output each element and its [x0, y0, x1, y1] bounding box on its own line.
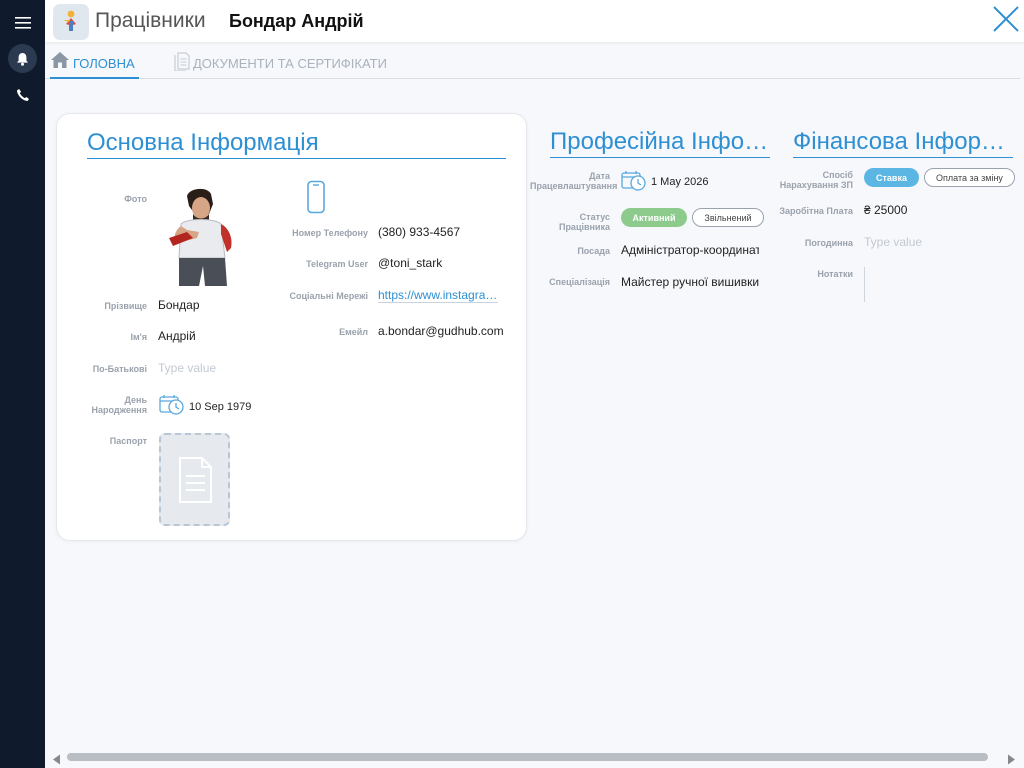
scrollbar-thumb[interactable] — [67, 753, 988, 761]
home-icon — [51, 52, 69, 68]
salary-label: Заробітна Плата — [779, 206, 853, 216]
basic-info-card: Основна Інформація Фото Прізвище Бондар … — [56, 113, 527, 541]
status-label: Статус Працівника — [558, 212, 610, 232]
hire-date-label: Дата Працевлаштування — [530, 171, 618, 191]
bell-icon — [17, 52, 28, 66]
birthday-label: День Народження — [91, 395, 148, 415]
tab-bar: ГОЛОВНА ДОКУМЕНТИ ТА СЕРТИФІКАТИ — [45, 42, 1020, 79]
method-rate-pill[interactable]: Ставка — [864, 168, 919, 187]
employee-photo[interactable] — [167, 186, 243, 288]
patronymic-input[interactable]: Type value — [158, 361, 268, 375]
phone-value[interactable]: (380) 933-4567 — [378, 225, 508, 239]
header: Працівники Бондар Андрій — [45, 0, 1024, 42]
calendar-clock-icon — [159, 395, 184, 415]
horizontal-scrollbar[interactable] — [45, 748, 1024, 768]
close-icon — [993, 6, 1019, 32]
document-icon — [174, 52, 190, 71]
arrow-right-icon — [1008, 754, 1015, 765]
worker-icon — [63, 10, 76, 31]
close-button[interactable] — [990, 3, 1022, 35]
email-value[interactable]: a.bondar@gudhub.com — [378, 324, 518, 338]
method-shift-pill[interactable]: Оплата за зміну — [924, 168, 1015, 187]
surname-value[interactable]: Бондар — [158, 298, 268, 312]
financial-info-title: Фінансова Інформація — [793, 128, 1013, 158]
telegram-label: Telegram User — [306, 259, 368, 269]
status-active-pill[interactable]: Активний — [621, 208, 687, 227]
employee-photo-image — [169, 188, 232, 286]
photo-label: Фото — [124, 194, 147, 204]
specialization-label: Спеціалізація — [549, 277, 610, 287]
status-fired-pill[interactable]: Звільнений — [692, 208, 764, 227]
tab-main[interactable]: ГОЛОВНА — [50, 51, 139, 79]
calendar-clock-icon — [621, 171, 646, 191]
passport-upload[interactable] — [159, 433, 230, 526]
name-label: Ім'я — [130, 332, 147, 342]
social-label: Соціальні Мережі — [289, 291, 369, 301]
specialization-value[interactable]: Майстер ручної вишивки — [621, 275, 759, 289]
birthday-value[interactable]: 10 Sep 1979 — [189, 401, 269, 413]
calls-button[interactable] — [8, 80, 37, 109]
salary-method-label: Спосіб Нарахування ЗП — [779, 170, 853, 190]
tab-main-label: ГОЛОВНА — [73, 56, 135, 71]
hire-date-calendar-button[interactable] — [621, 170, 647, 192]
tab-documents[interactable]: ДОКУМЕНТИ ТА СЕРТИФІКАТИ — [172, 51, 387, 79]
person-name: Бондар Андрій — [229, 11, 364, 31]
basic-info-title: Основна Інформація — [87, 129, 506, 159]
hourly-label: Погодинна — [804, 238, 853, 248]
notes-input[interactable] — [864, 267, 1004, 302]
surname-label: Прізвище — [104, 301, 147, 311]
app-title: Працівники — [95, 9, 206, 32]
email-label: Емейл — [339, 327, 368, 337]
scroll-left-button[interactable] — [52, 752, 61, 768]
notes-label: Нотатки — [817, 269, 853, 279]
sidebar — [0, 0, 45, 768]
hourly-input[interactable]: Type value — [864, 235, 1004, 249]
arrow-left-icon — [53, 754, 60, 765]
app-logo[interactable] — [53, 4, 89, 40]
document-icon — [178, 456, 212, 503]
mobile-phone-icon — [307, 180, 325, 214]
passport-label: Паспорт — [109, 436, 147, 446]
patronymic-label: По-Батькові — [92, 364, 147, 374]
notifications-button[interactable] — [8, 44, 37, 73]
position-label: Посада — [577, 246, 610, 256]
scroll-right-button[interactable] — [1007, 752, 1016, 768]
position-value[interactable]: Адміністратор-координатор — [621, 243, 759, 257]
phone-device-icon-wrap — [306, 180, 326, 214]
menu-icon — [14, 16, 31, 29]
phone-icon — [16, 88, 29, 101]
social-link[interactable]: https://www.instagram.com/ — [378, 288, 498, 303]
birthday-calendar-button[interactable] — [159, 394, 185, 416]
salary-value[interactable]: ₴ 25000 — [864, 203, 1004, 217]
tab-documents-label: ДОКУМЕНТИ ТА СЕРТИФІКАТИ — [193, 56, 387, 71]
name-value[interactable]: Андрій — [158, 329, 268, 343]
menu-button[interactable] — [8, 8, 37, 37]
professional-info-title: Професійна Інформація — [550, 128, 770, 158]
telegram-value[interactable]: @toni_stark — [378, 256, 508, 270]
hire-date-value[interactable]: 1 May 2026 — [651, 176, 761, 188]
phone-label: Номер Телефону — [292, 228, 368, 238]
